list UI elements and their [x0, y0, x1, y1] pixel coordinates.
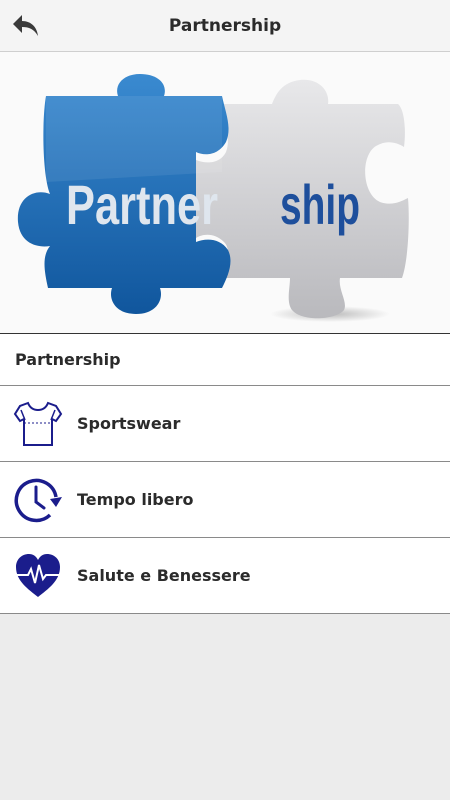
- partnership-banner: Partner ship: [0, 52, 450, 334]
- list-item-sportswear[interactable]: Sportswear: [0, 386, 450, 462]
- page-title: Partnership: [168, 16, 282, 36]
- list-item-tempo-libero[interactable]: Tempo libero: [0, 462, 450, 538]
- list-item-label: Tempo libero: [77, 490, 194, 509]
- puzzle-image: Partner ship: [17, 74, 409, 322]
- tshirt-icon: [13, 401, 63, 446]
- heart-pulse-icon: [16, 554, 60, 597]
- section-title: Partnership: [15, 350, 121, 369]
- list-item-salute-benessere[interactable]: Salute e Benessere: [0, 538, 450, 614]
- banner-word-partner: Partner: [66, 173, 218, 236]
- banner-word-ship: ship: [280, 173, 360, 236]
- section-header: Partnership: [0, 334, 450, 386]
- app-header: Partnership: [0, 0, 450, 52]
- list-item-label: Sportswear: [77, 414, 181, 433]
- category-list: Sportswear Tempo libero Salute e Benesse…: [0, 386, 450, 614]
- clock-icon: [14, 478, 62, 523]
- list-item-label: Salute e Benessere: [77, 566, 251, 585]
